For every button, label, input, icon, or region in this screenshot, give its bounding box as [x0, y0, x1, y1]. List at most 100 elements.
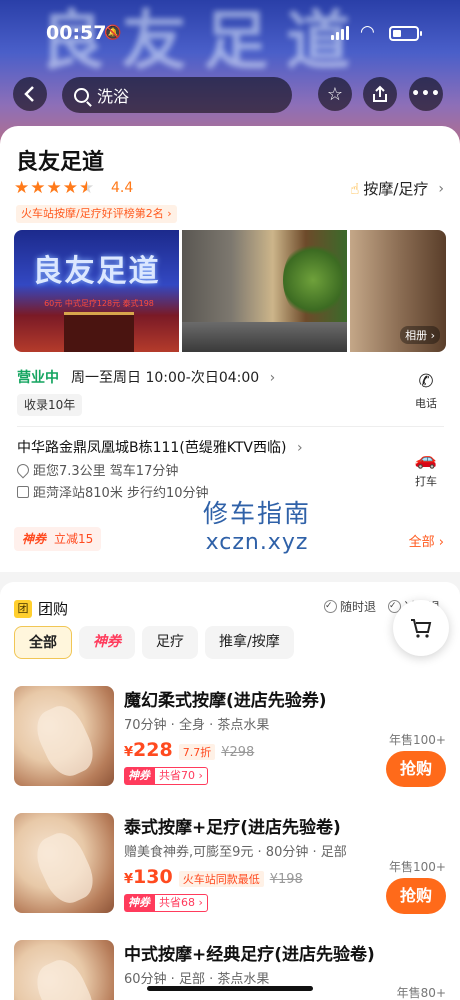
- deal-item[interactable]: 魔幻柔式按摩(进店先验券) 70分钟 · 全身 · 茶点水果 ¥228 7.7折…: [14, 686, 446, 788]
- search-icon: [74, 87, 89, 103]
- deal-title: 泰式按摩+足疗(进店先验卷): [124, 818, 341, 838]
- category-link[interactable]: ☝ 按摩/足疗 ›: [350, 178, 444, 199]
- rank-text: 火车站按摩/足疗好评榜第2名: [21, 207, 164, 220]
- chevron-right-icon: ›: [167, 207, 172, 220]
- more-button[interactable]: •••: [409, 77, 443, 111]
- share-button[interactable]: [363, 77, 397, 111]
- phone-icon: ✆: [418, 371, 434, 392]
- transit-icon: [17, 485, 29, 498]
- tab-all[interactable]: 全部: [14, 626, 72, 659]
- storefront-photo[interactable]: 良友足道 60元 中式足疗128元 泰式198: [14, 230, 179, 352]
- tab-foot[interactable]: 足疗: [142, 626, 198, 659]
- taxi-button[interactable]: 🚗 打车: [409, 449, 443, 489]
- divider: [17, 426, 444, 427]
- shop-name: 良友足道: [16, 150, 105, 175]
- save-value-text: 共省70: [159, 769, 195, 782]
- floor-shape: [182, 322, 347, 352]
- deal-item[interactable]: 中式按摩+经典足疗(进店先验卷) 60分钟 · 足部 · 茶点水果 年售80+: [14, 940, 446, 1000]
- save-value: 共省68 ›: [154, 894, 208, 912]
- guarantee-label: 随时退: [340, 600, 377, 614]
- rating-stars: ★ ★ ★ ★ ★: [14, 178, 94, 198]
- category-label: 按摩/足疗: [363, 180, 429, 198]
- storefront-door: [64, 312, 134, 352]
- deal-title: 魔幻柔式按摩(进店先验券): [124, 691, 327, 711]
- corridor-photo[interactable]: [182, 230, 347, 352]
- status-bar: 00:57 🔕 ◠: [0, 22, 460, 46]
- chevron-right-icon: ›: [269, 370, 276, 386]
- chevron-right-icon: ›: [438, 535, 444, 550]
- album-link[interactable]: 相册 ›: [400, 326, 440, 344]
- deal-desc: 70分钟 · 全身 · 茶点水果: [124, 718, 270, 733]
- open-status: 营业中: [17, 370, 59, 386]
- location-pin-icon: [14, 461, 32, 478]
- address-link[interactable]: 中华路金鼎凤凰城B栋111(芭缇雅KTV西临) ›: [17, 437, 303, 457]
- tab-massage[interactable]: 推拿/按摩: [205, 626, 294, 659]
- room-photo[interactable]: 相册 ›: [350, 230, 446, 352]
- deal-desc: 赠美食神券,可膨至9元 · 80分钟 · 足部: [124, 845, 347, 860]
- deal-item[interactable]: 泰式按摩+足疗(进店先验卷) 赠美食神券,可膨至9元 · 80分钟 · 足部 ¥…: [14, 813, 446, 915]
- coupon-brand: 神券: [22, 532, 47, 546]
- car-icon: 🚗: [414, 449, 438, 470]
- storefront-sign: 良友足道: [32, 254, 161, 289]
- check-icon: ✓: [324, 600, 337, 613]
- chevron-right-icon: ›: [438, 180, 444, 197]
- save-value-text: 共省68: [159, 896, 195, 909]
- save-brand: 神券: [124, 767, 154, 785]
- cart-button[interactable]: [393, 600, 449, 656]
- back-button[interactable]: [13, 77, 47, 111]
- price-value: 130: [133, 866, 173, 888]
- business-hours[interactable]: 周一至周日 10:00-次日04:00 ›: [71, 367, 275, 387]
- filter-tabs: 全部 神券 足疗 推拿/按摩: [14, 626, 294, 659]
- home-indicator[interactable]: [147, 986, 313, 991]
- plant-shape: [283, 240, 343, 320]
- photo-gallery[interactable]: 良友足道 60元 中式足疗128元 泰式198 相册 ›: [14, 230, 446, 352]
- deal-image: [14, 686, 114, 786]
- search-text: 洗浴: [97, 87, 130, 106]
- half-star-icon: ★: [79, 178, 95, 198]
- rank-tag[interactable]: 火车站按摩/足疗好评榜第2名 ›: [16, 205, 177, 223]
- deal-price: ¥228: [124, 739, 173, 761]
- distance-text: 距您7.3公里 驾车17分钟: [33, 464, 179, 479]
- shop-card: 良友足道 ★ ★ ★ ★ ★ 4.4 ☝ 按摩/足疗 › 火车站按摩/足疗好评榜…: [0, 126, 460, 572]
- taxi-label: 打车: [415, 475, 437, 488]
- album-label: 相册: [405, 329, 428, 342]
- tab-coupon[interactable]: 神券: [79, 626, 135, 659]
- top-nav: 洗浴 ☆ •••: [0, 77, 460, 113]
- wifi-icon: ◠: [360, 22, 375, 42]
- group-buy-section: 团 团购 ✓随时退 ✓过期退 全部 神券 足疗 推拿/按摩 魔幻柔式按摩(进店先…: [0, 582, 460, 1000]
- price-row: ¥130 火车站同款最低 ¥198: [124, 866, 303, 888]
- price-row: ¥228 7.7折 ¥298: [124, 739, 254, 761]
- hand-icon: ☝: [350, 179, 360, 198]
- save-tag: 神券 共省70 ›: [124, 767, 208, 785]
- phone-button[interactable]: ✆ 电话: [409, 371, 443, 411]
- sold-count: 年售100+: [389, 733, 446, 747]
- more-icon: •••: [411, 86, 441, 102]
- save-brand: 神券: [124, 894, 154, 912]
- all-coupons-link[interactable]: 全部 ›: [409, 531, 444, 550]
- deal-title: 中式按摩+经典足疗(进店先验卷): [124, 945, 375, 965]
- buy-button[interactable]: 抢购: [386, 878, 446, 914]
- chevron-left-icon: [24, 86, 34, 102]
- star-icon: ★: [30, 178, 46, 198]
- sold-count: 年售100+: [389, 860, 446, 874]
- watermark-line2: xczn.xyz: [205, 530, 309, 555]
- section-title: 团购: [38, 600, 69, 618]
- cart-icon: [411, 619, 432, 638]
- signal-icon: [331, 26, 349, 40]
- coupon-tag[interactable]: 神券 立减15: [14, 527, 102, 551]
- years-tag: 收录10年: [17, 394, 83, 416]
- sold-count: 年售80+: [396, 986, 446, 1000]
- phone-label: 电话: [415, 397, 437, 410]
- led-price-text: 60元 中式足疗128元 泰式198: [44, 299, 154, 308]
- buy-button[interactable]: 抢购: [386, 751, 446, 787]
- price-value: 228: [133, 739, 173, 761]
- watermark-line1: 修车指南: [202, 499, 311, 528]
- favorite-button[interactable]: ☆: [318, 77, 352, 111]
- battery-icon: [389, 26, 422, 41]
- hours-text: 周一至周日 10:00-次日04:00: [71, 370, 260, 386]
- address-text: 中华路金鼎凤凰城B栋111(芭缇雅KTV西临): [17, 440, 287, 456]
- search-input[interactable]: 洗浴: [62, 77, 292, 113]
- deal-image: [14, 940, 114, 1000]
- discount-tag: 火车站同款最低: [178, 871, 264, 887]
- star-icon: ★: [14, 178, 30, 198]
